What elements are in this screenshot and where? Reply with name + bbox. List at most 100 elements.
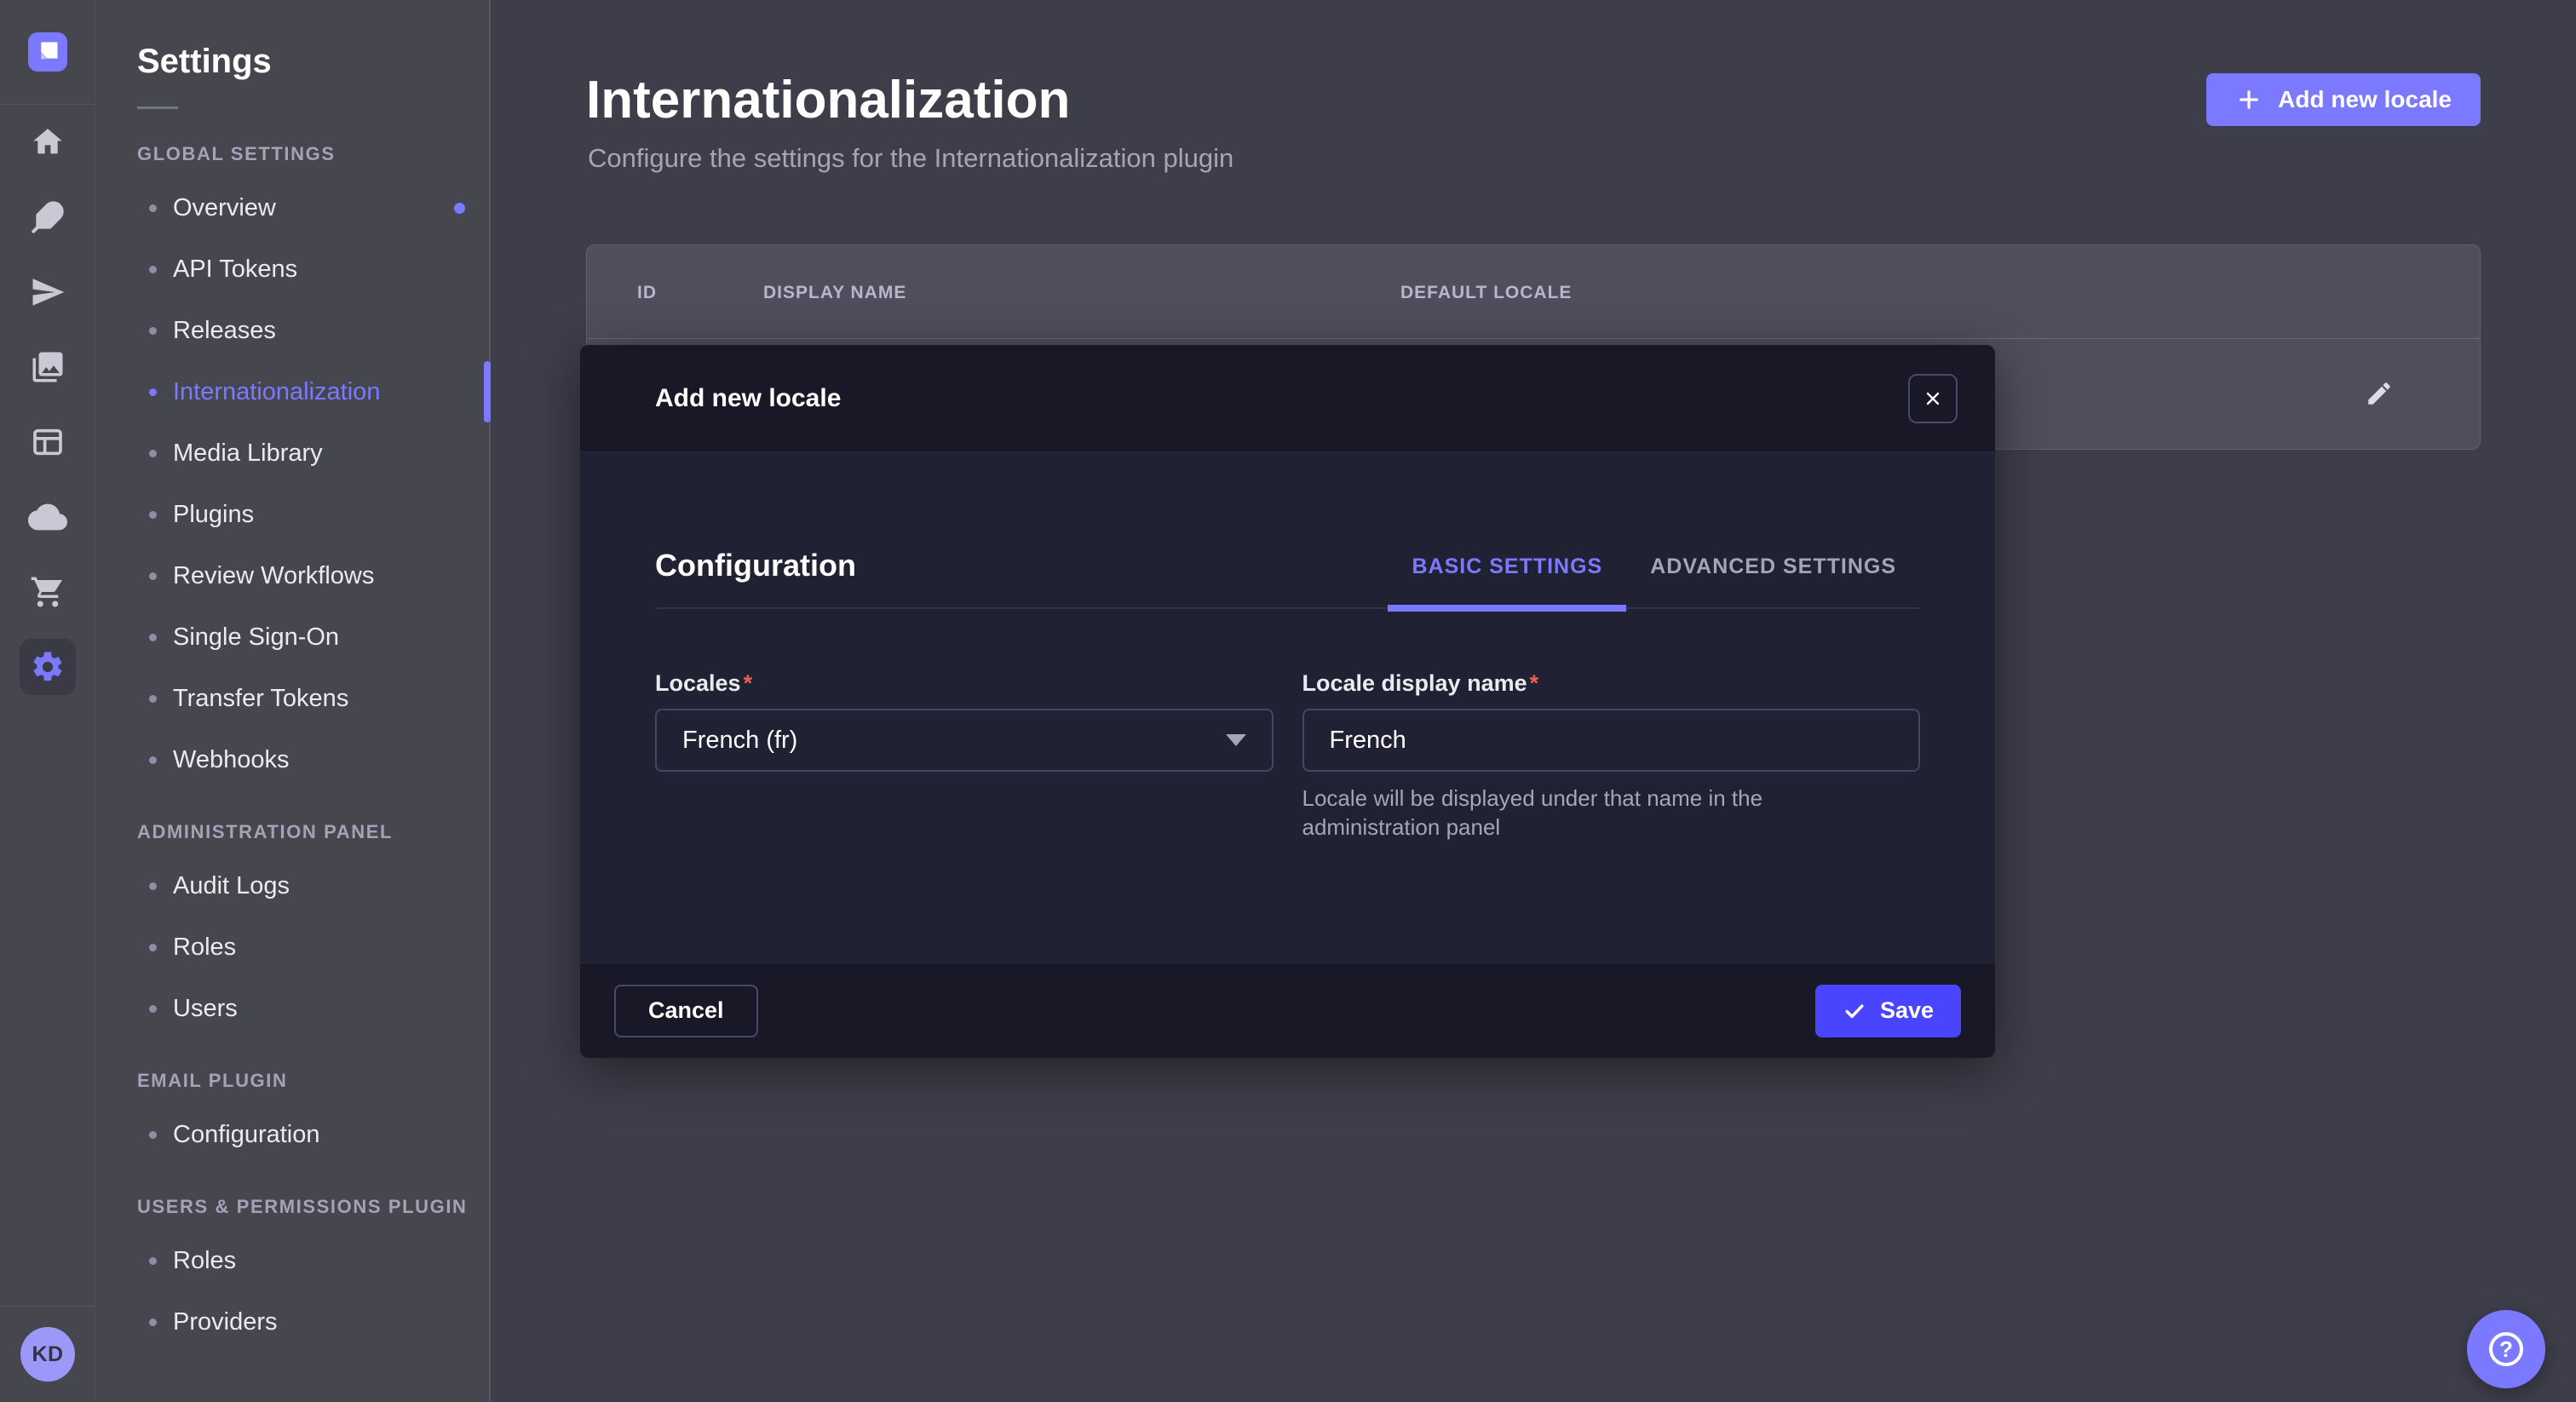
- display-name-helper-text: Locale will be displayed under that name…: [1302, 784, 1899, 842]
- user-avatar[interactable]: KD: [20, 1327, 75, 1382]
- strapi-settings-screen: KD Settings GLOBAL SETTINGS Overview API…: [0, 0, 2576, 1402]
- sidebar-item-audit-logs[interactable]: Audit Logs: [96, 855, 489, 916]
- sidebar-home-button[interactable]: [0, 105, 95, 180]
- sidebar-item-up-roles[interactable]: Roles: [96, 1230, 489, 1291]
- sidebar-content-manager-button[interactable]: [0, 405, 95, 480]
- sidebar-item-users[interactable]: Users: [96, 978, 489, 1039]
- section-label-users-permissions-plugin: USERS & PERMISSIONS PLUGIN: [96, 1196, 489, 1218]
- sidebar-title-divider: [137, 106, 178, 109]
- sidebar-item-webhooks[interactable]: Webhooks: [96, 729, 489, 790]
- strapi-logo[interactable]: [28, 32, 67, 72]
- rail-bottom-divider: [0, 1306, 95, 1307]
- feather-icon: [31, 200, 65, 234]
- modal-header: Add new locale: [580, 345, 1995, 452]
- sidebar-item-admin-roles[interactable]: Roles: [96, 916, 489, 978]
- sidebar-item-transfer-tokens[interactable]: Transfer Tokens: [96, 668, 489, 729]
- required-asterisk: *: [1530, 670, 1539, 696]
- sidebar-settings-button[interactable]: [0, 629, 95, 704]
- configuration-title: Configuration: [655, 548, 856, 607]
- check-icon: [1843, 999, 1866, 1023]
- plus-icon: [2235, 86, 2263, 113]
- layout-icon: [31, 425, 65, 459]
- bullet-icon: [149, 450, 157, 457]
- locales-label: Locales*: [655, 670, 1274, 697]
- email-plugin-list: Configuration: [96, 1104, 489, 1165]
- rail-bottom: KD: [0, 1306, 95, 1402]
- chevron-down-icon: [1226, 734, 1246, 746]
- sidebar-deploy-button[interactable]: [0, 255, 95, 330]
- sidebar-item-single-sign-on[interactable]: Single Sign-On: [96, 606, 489, 668]
- modal-title: Add new locale: [655, 384, 841, 413]
- settings-sidebar: Settings GLOBAL SETTINGS Overview API To…: [96, 0, 491, 1402]
- bullet-icon: [149, 204, 157, 212]
- close-icon: [1923, 388, 1943, 409]
- home-icon: [31, 125, 65, 159]
- sidebar-item-releases[interactable]: Releases: [96, 300, 489, 361]
- modal-footer: Cancel Save: [580, 962, 1995, 1058]
- paper-plane-icon: [30, 274, 66, 310]
- sidebar-item-providers[interactable]: Providers: [96, 1291, 489, 1353]
- display-name-field: Locale display name* Locale will be disp…: [1302, 670, 1921, 842]
- cart-icon: [30, 574, 66, 610]
- locales-select-value: French (fr): [682, 727, 797, 755]
- edit-locale-button[interactable]: [2360, 374, 2399, 413]
- add-new-locale-modal: Add new locale Configuration BASIC SETTI…: [580, 345, 1995, 1058]
- cloud-icon: [28, 497, 67, 537]
- sidebar-item-plugins[interactable]: Plugins: [96, 484, 489, 545]
- bullet-icon: [149, 882, 157, 890]
- locales-select[interactable]: French (fr): [655, 709, 1274, 772]
- sidebar-item-email-configuration[interactable]: Configuration: [96, 1104, 489, 1165]
- locales-table-header: ID DISPLAY NAME DEFAULT LOCALE: [587, 245, 2480, 339]
- global-settings-list: Overview API Tokens Releases Internation…: [96, 177, 489, 790]
- icon-rail: KD: [0, 0, 95, 1402]
- sidebar-media-library-button[interactable]: [0, 330, 95, 405]
- section-label-global-settings: GLOBAL SETTINGS: [96, 143, 489, 165]
- bullet-icon: [149, 1257, 157, 1265]
- bullet-icon: [149, 756, 157, 764]
- add-new-locale-label: Add new locale: [2278, 86, 2452, 113]
- users-permissions-list: Roles Providers: [96, 1230, 489, 1353]
- bullet-icon: [149, 1319, 157, 1326]
- settings-tabs: BASIC SETTINGS ADVANCED SETTINGS: [1388, 554, 1920, 607]
- tab-advanced-settings[interactable]: ADVANCED SETTINGS: [1626, 554, 1920, 612]
- modal-close-button[interactable]: [1908, 374, 1958, 423]
- bullet-icon: [149, 266, 157, 273]
- bullet-icon: [149, 388, 157, 396]
- bullet-icon: [149, 327, 157, 335]
- gear-icon: [30, 649, 66, 685]
- column-header-id: ID: [637, 283, 657, 303]
- save-button[interactable]: Save: [1815, 985, 1961, 1037]
- pencil-icon: [2365, 379, 2394, 408]
- administration-panel-list: Audit Logs Roles Users: [96, 855, 489, 1039]
- bullet-icon: [149, 944, 157, 951]
- sidebar-item-internationalization[interactable]: Internationalization: [96, 361, 489, 422]
- sidebar-content-builder-button[interactable]: [0, 180, 95, 255]
- bullet-icon: [149, 634, 157, 641]
- sidebar-marketplace-button[interactable]: [0, 554, 95, 629]
- tab-basic-settings[interactable]: BASIC SETTINGS: [1388, 554, 1626, 612]
- page-subtitle: Configure the settings for the Internati…: [588, 143, 1233, 174]
- bullet-icon: [149, 695, 157, 703]
- cancel-button[interactable]: Cancel: [614, 985, 758, 1037]
- avatar-initials: KD: [32, 1342, 63, 1367]
- settings-active-tile: [20, 639, 76, 695]
- modal-body: Configuration BASIC SETTINGS ADVANCED SE…: [580, 452, 1995, 962]
- add-new-locale-button[interactable]: Add new locale: [2206, 73, 2481, 126]
- sidebar-item-overview[interactable]: Overview: [96, 177, 489, 238]
- sidebar-item-review-workflows[interactable]: Review Workflows: [96, 545, 489, 606]
- strapi-logo-icon: [28, 32, 67, 72]
- sidebar-title: Settings: [96, 0, 489, 81]
- locales-field: Locales* French (fr): [655, 670, 1274, 842]
- column-header-display-name: DISPLAY NAME: [763, 283, 906, 303]
- sidebar-item-media-library[interactable]: Media Library: [96, 422, 489, 484]
- display-name-input[interactable]: [1302, 709, 1921, 772]
- page-title: Internationalization: [586, 70, 1070, 130]
- section-label-email-plugin: EMAIL PLUGIN: [96, 1070, 489, 1092]
- sidebar-cloud-button[interactable]: [0, 480, 95, 554]
- sidebar-item-api-tokens[interactable]: API Tokens: [96, 238, 489, 300]
- help-button[interactable]: ?: [2467, 1310, 2545, 1388]
- section-label-administration-panel: ADMINISTRATION PANEL: [96, 821, 489, 843]
- bullet-icon: [149, 511, 157, 519]
- required-asterisk: *: [744, 670, 753, 696]
- modal-fields-row: Locales* French (fr) Locale display name…: [655, 670, 1920, 842]
